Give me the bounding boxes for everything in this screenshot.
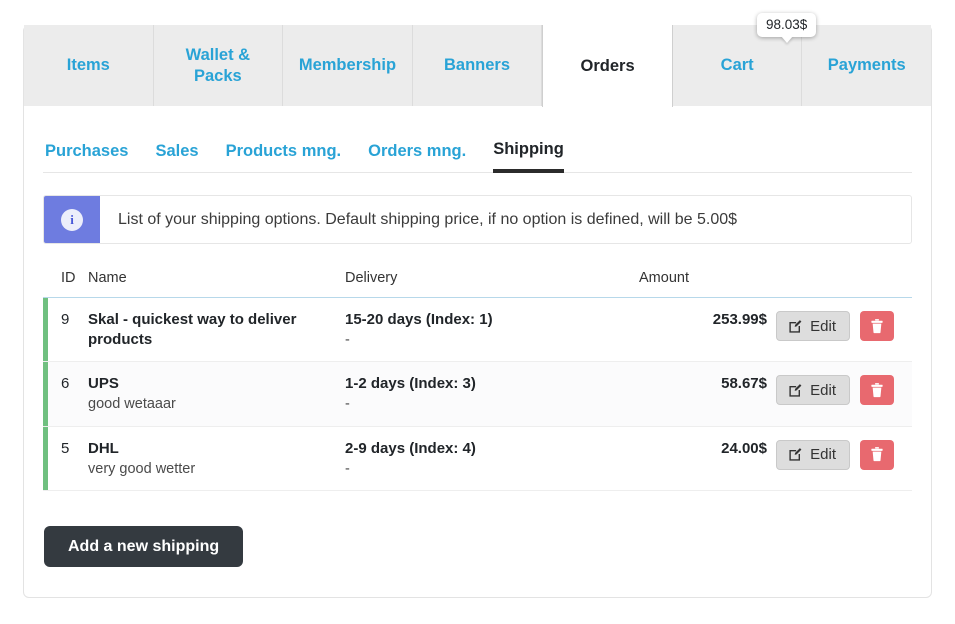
- cell-delivery: 2-9 days (Index: 4) -: [345, 439, 639, 479]
- header-amount: Amount: [639, 270, 689, 286]
- main-card: Items Wallet & Packs Membership Banners Orde…: [23, 25, 932, 598]
- delete-button[interactable]: [860, 439, 894, 470]
- delivery-time: 15-20 days (Index: 1): [345, 311, 493, 328]
- secondary-nav: Purchases Sales Products mng. Orders mng. Sh…: [43, 126, 912, 173]
- cell-amount: 253.99$: [712, 311, 767, 328]
- shipping-name-description: very good wetter: [88, 460, 196, 477]
- delivery-time: 1-2 days (Index: 3): [345, 375, 476, 393]
- cell-delivery: 15-20 days (Index: 1) -: [345, 310, 639, 350]
- cell-name: DHL very good wetter: [88, 439, 345, 479]
- info-icon-box: i: [44, 196, 100, 243]
- pencil-icon: [788, 319, 803, 334]
- table-row: 9 Skal - quickest way to deliver products…: [43, 298, 912, 363]
- table-header-row: ID Name Delivery Amount: [43, 270, 912, 298]
- subnav-item-shipping[interactable]: Shipping: [493, 140, 564, 173]
- edit-button-label: Edit: [810, 317, 836, 335]
- delivery-time: 2-9 days (Index: 4): [345, 439, 476, 457]
- edit-button-label: Edit: [810, 381, 836, 399]
- subnav-item-products-mng[interactable]: Products mng.: [226, 142, 342, 172]
- table-row: 5 DHL very good wetter 2-9 days (Index: 4) -…: [43, 426, 912, 492]
- trash-icon: [870, 383, 884, 398]
- cell-name: UPS good wetaaar: [88, 374, 345, 414]
- shipping-name: Skal - quickest way to deliver products: [88, 311, 297, 348]
- cart-total-tooltip: 98.03$: [757, 13, 817, 37]
- cell-amount: 24.00$: [721, 439, 767, 457]
- cell-id: 5: [61, 439, 70, 457]
- info-alert-text: List of your shipping options. Default s…: [118, 210, 738, 228]
- trash-icon: [870, 318, 884, 334]
- delivery-note: -: [345, 396, 350, 413]
- subnav-item-sales[interactable]: Sales: [155, 142, 198, 172]
- delivery-note: -: [345, 331, 350, 348]
- cell-id: 6: [61, 375, 70, 393]
- subnav-item-purchases[interactable]: Purchases: [45, 142, 128, 172]
- header-id: ID: [61, 270, 76, 286]
- cell-amount: 58.67$: [721, 375, 767, 393]
- cell-id: 9: [61, 311, 70, 328]
- header-name: Name: [88, 270, 127, 286]
- subnav-item-orders-mng[interactable]: Orders mng.: [368, 142, 466, 172]
- tab-payments[interactable]: Payments: [802, 25, 932, 106]
- shipping-name: UPS: [88, 375, 119, 393]
- header-delivery: Delivery: [345, 270, 398, 286]
- info-icon: i: [61, 208, 83, 231]
- delete-button[interactable]: [860, 311, 894, 341]
- delivery-note: -: [345, 460, 350, 477]
- edit-button[interactable]: Edit: [776, 439, 850, 470]
- card-body: Purchases Sales Products mng. Orders mng. Sh…: [24, 106, 931, 568]
- tab-wallet-packs[interactable]: Wallet & Packs: [153, 25, 284, 106]
- edit-button[interactable]: Edit: [776, 311, 850, 341]
- trash-icon: [870, 447, 884, 462]
- cell-actions: Edit: [767, 374, 912, 406]
- cell-delivery: 1-2 days (Index: 3) -: [345, 374, 639, 414]
- cell-actions: Edit: [767, 439, 912, 470]
- info-alert: i List of your shipping options. Default…: [43, 195, 912, 244]
- shipping-table: ID Name Delivery Amount 9 Skal - quickest…: [43, 270, 912, 492]
- tab-membership[interactable]: Membership: [283, 25, 413, 106]
- cell-name: Skal - quickest way to deliver products: [88, 310, 345, 350]
- table-body: 9 Skal - quickest way to deliver products…: [43, 298, 912, 492]
- shipping-name: DHL: [88, 439, 119, 457]
- edit-button[interactable]: Edit: [776, 375, 850, 406]
- cell-actions: Edit: [767, 310, 912, 341]
- shipping-name-description: good wetaaar: [88, 396, 176, 413]
- tab-orders[interactable]: Orders: [542, 25, 673, 107]
- table-row: 6 UPS good wetaaar 1-2 days (Index: 3) - 58.6…: [43, 362, 912, 427]
- edit-button-label: Edit: [810, 446, 836, 464]
- pencil-icon: [788, 383, 803, 398]
- page-root: Items Wallet & Packs Membership Banners Orde…: [0, 0, 955, 624]
- add-new-shipping-button[interactable]: Add a new shipping: [44, 526, 244, 568]
- primary-tabs: Items Wallet & Packs Membership Banners Orde…: [24, 25, 932, 107]
- tab-items[interactable]: Items: [24, 25, 154, 106]
- tab-banners[interactable]: Banners: [412, 25, 543, 106]
- pencil-icon: [788, 447, 803, 462]
- delete-button[interactable]: [860, 375, 894, 406]
